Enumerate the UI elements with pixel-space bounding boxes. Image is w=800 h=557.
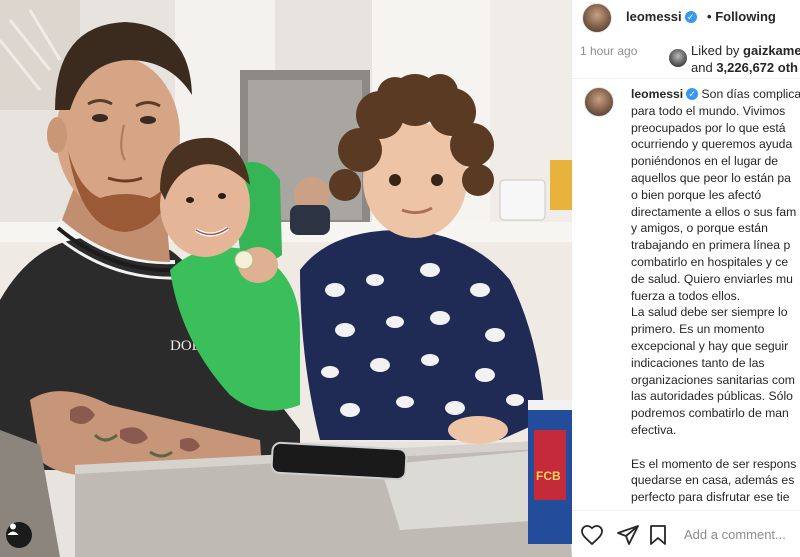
author-avatar[interactable] xyxy=(582,3,612,33)
likes-summary[interactable]: Liked by gaizkame and 3,226,672 oth xyxy=(691,42,800,76)
following-button[interactable]: Following xyxy=(715,9,776,24)
follow-status[interactable]: • Following xyxy=(707,9,776,24)
post-header: leomessi ✓ • Following xyxy=(572,0,800,34)
author-username-text[interactable]: leomessi xyxy=(626,9,682,24)
caption-text: Son días complica para todo el mundo. Vi… xyxy=(631,87,800,505)
liked-by-count[interactable]: 3,226,672 oth xyxy=(716,60,798,75)
heart-icon[interactable] xyxy=(580,523,604,547)
caption-author-avatar[interactable] xyxy=(584,87,614,117)
liked-by-prefix: Liked by xyxy=(691,43,744,58)
liked-by-user[interactable]: gaizkame xyxy=(743,43,800,58)
user-icon xyxy=(7,523,19,535)
caption-username[interactable]: leomessi xyxy=(631,87,683,101)
bookmark-icon[interactable] xyxy=(646,523,670,547)
tagged-profile-button[interactable] xyxy=(6,522,32,548)
post-time[interactable]: 1 hour ago xyxy=(580,44,637,58)
action-bar: Add a comment... xyxy=(572,510,800,557)
paper-plane-icon[interactable] xyxy=(616,523,640,547)
comment-input[interactable]: Add a comment... xyxy=(684,527,786,542)
liked-by-and: and xyxy=(691,60,717,75)
author-username[interactable]: leomessi ✓ xyxy=(626,9,697,24)
meta-divider xyxy=(572,78,800,79)
post-caption: leomessi ✓ Son días complica para todo el… xyxy=(631,86,800,506)
cup-print: FCB xyxy=(536,469,561,483)
separator-dot: • xyxy=(707,9,712,24)
post-sidebar: leomessi ✓ • Following 1 hour ago Liked b… xyxy=(572,0,800,557)
photo-illustration: DOLCE & GA xyxy=(0,0,572,557)
verified-badge-icon: ✓ xyxy=(684,11,697,23)
liker-avatar xyxy=(669,49,687,67)
post-photo[interactable]: DOLCE & GA xyxy=(0,0,572,557)
caption-verified-badge-icon: ✓ xyxy=(686,88,699,100)
